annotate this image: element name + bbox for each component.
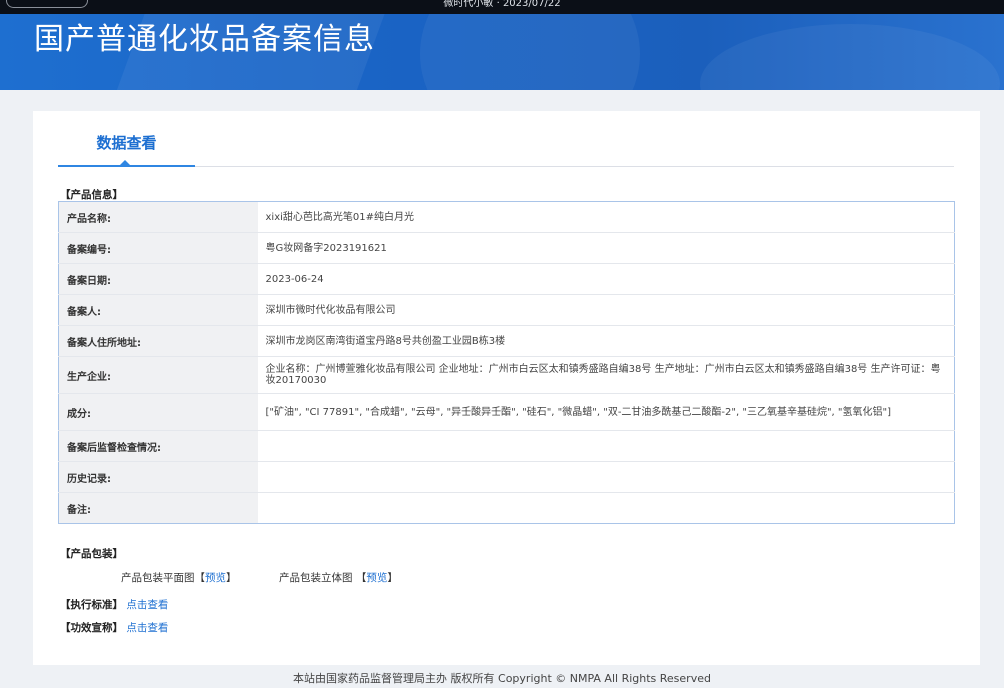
- bracket: 【: [355, 572, 367, 584]
- top-status-bar: 微时代小敏 · 2023/07/22: [0, 0, 1004, 14]
- solid-preview-link[interactable]: 预览: [366, 572, 387, 584]
- row-value: 粤G妆网备字2023191621: [257, 232, 955, 264]
- flat-preview-link[interactable]: 预览: [205, 572, 226, 584]
- row-label: 备案后监督检查情况:: [58, 430, 258, 462]
- active-tab-caret-icon: [119, 160, 131, 166]
- table-row: 产品名称: xixi甜心芭比高光笔01#纯白月光: [58, 201, 955, 233]
- packaging-flat-item: 产品包装平面图【预览】: [121, 570, 237, 585]
- efficacy-claim-label: 【功效宣称】: [60, 622, 123, 634]
- row-label: 备注:: [58, 492, 258, 524]
- product-info-section-label: 【产品信息】: [60, 189, 123, 201]
- row-label: 备案编号:: [58, 232, 258, 264]
- packaging-flat-label: 产品包装平面图: [121, 572, 195, 584]
- efficacy-claim-row: 【功效宣称】 点击查看: [60, 620, 168, 635]
- bracket: 【: [194, 572, 206, 584]
- table-row: 备案人住所地址: 深圳市龙岗区南湾街道宝丹路8号共创盈工业园B栋3楼: [58, 325, 955, 357]
- packaging-solid-item: 产品包装立体图 【预览】: [279, 570, 398, 585]
- row-value: 深圳市龙岗区南湾街道宝丹路8号共创盈工业园B栋3楼: [257, 325, 955, 357]
- row-label: 产品名称:: [58, 201, 258, 233]
- row-label: 成分:: [58, 393, 258, 431]
- row-value: [258, 493, 955, 524]
- table-row: 备注:: [58, 492, 955, 524]
- execution-standard-label: 【执行标准】: [60, 599, 123, 611]
- row-value: ["矿油", "CI 77891", "合成蜡", "云母", "异壬酸异壬酯"…: [257, 393, 955, 431]
- table-row: 备案日期: 2023-06-24: [58, 263, 955, 295]
- table-row: 成分: ["矿油", "CI 77891", "合成蜡", "云母", "异壬酸…: [58, 393, 955, 431]
- product-info-table: 产品名称: xixi甜心芭比高光笔01#纯白月光 备案编号: 粤G妆网备字202…: [58, 201, 955, 524]
- content-panel: 数据查看 【产品信息】 产品名称: xixi甜心芭比高光笔01#纯白月光 备案编…: [33, 111, 980, 665]
- row-value: [257, 430, 955, 462]
- bracket: 】: [226, 572, 237, 584]
- execution-standard-row: 【执行标准】 点击查看: [60, 597, 168, 612]
- row-value: 2023-06-24: [257, 263, 955, 295]
- execution-standard-link[interactable]: 点击查看: [126, 599, 168, 611]
- table-row: 备案编号: 粤G妆网备字2023191621: [58, 232, 955, 264]
- table-row: 历史记录:: [58, 461, 955, 493]
- row-value: 企业名称：广州博萱雅化妆品有限公司 企业地址：广州市白云区太和镇秀盛路自编38号…: [257, 356, 955, 394]
- topbar-title: 微时代小敏 · 2023/07/22: [443, 0, 561, 9]
- banner-decoration: [420, 14, 640, 90]
- table-row: 生产企业: 企业名称：广州博萱雅化妆品有限公司 企业地址：广州市白云区太和镇秀盛…: [58, 356, 955, 394]
- row-label: 生产企业:: [58, 356, 258, 394]
- row-label: 备案人住所地址:: [58, 325, 258, 357]
- tab-bar: 数据查看: [58, 127, 954, 167]
- row-label: 备案人:: [58, 294, 258, 326]
- row-value: [257, 461, 955, 493]
- row-value: xixi甜心芭比高光笔01#纯白月光: [257, 201, 955, 233]
- table-row: 备案人: 深圳市微时代化妆品有限公司: [58, 294, 955, 326]
- row-label: 历史记录:: [58, 461, 258, 493]
- efficacy-claim-link[interactable]: 点击查看: [126, 622, 168, 634]
- footer-copyright: 本站由国家药品监督管理局主办 版权所有 Copyright © NMPA All…: [293, 672, 711, 685]
- header-banner: 国产普通化妆品备案信息: [0, 14, 1004, 90]
- banner-decoration: [700, 24, 1000, 90]
- table-row: 备案后监督检查情况:: [58, 430, 955, 462]
- row-label: 备案日期:: [58, 263, 258, 295]
- row-value: 深圳市微时代化妆品有限公司: [257, 294, 955, 326]
- packaging-solid-label: 产品包装立体图: [279, 572, 353, 584]
- page-title: 国产普通化妆品备案信息: [34, 22, 375, 57]
- bracket: 】: [387, 572, 398, 584]
- packaging-section-label: 【产品包装】: [60, 548, 123, 560]
